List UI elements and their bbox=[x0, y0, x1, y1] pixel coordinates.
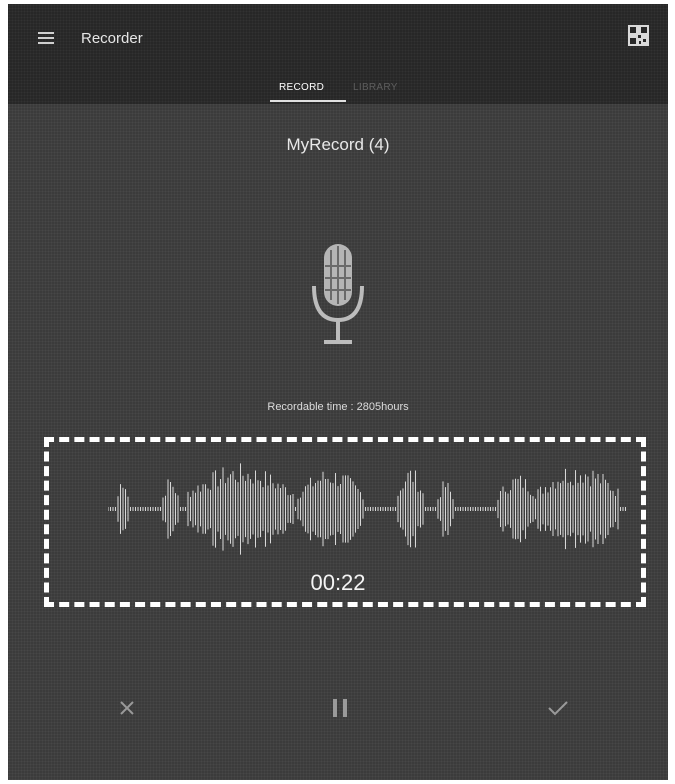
elapsed-timer: 00:22 bbox=[310, 570, 366, 595]
app-title: Recorder bbox=[81, 30, 143, 47]
recording-title: MyRecord (4) bbox=[286, 135, 390, 154]
qr-code-icon[interactable] bbox=[628, 25, 649, 46]
cancel-button[interactable] bbox=[109, 690, 145, 726]
pause-icon bbox=[333, 699, 347, 717]
tab-library[interactable]: LIBRARY bbox=[353, 82, 398, 93]
microphone-icon bbox=[312, 244, 364, 344]
recorder-screen: Recorder RECORD LIBRARY MyRecord (4) Rec bbox=[8, 4, 668, 780]
audio-waveform bbox=[108, 463, 626, 555]
recordable-time-label: Recordable time : 2805hours bbox=[267, 401, 409, 413]
pause-button[interactable] bbox=[322, 690, 358, 726]
app-header: Recorder RECORD LIBRARY bbox=[8, 4, 668, 104]
tab-record[interactable]: RECORD bbox=[279, 82, 324, 93]
menu-icon[interactable] bbox=[38, 32, 54, 44]
save-button[interactable] bbox=[540, 690, 576, 726]
check-icon bbox=[548, 701, 568, 716]
close-icon bbox=[120, 701, 134, 715]
active-tab-indicator bbox=[270, 100, 346, 102]
